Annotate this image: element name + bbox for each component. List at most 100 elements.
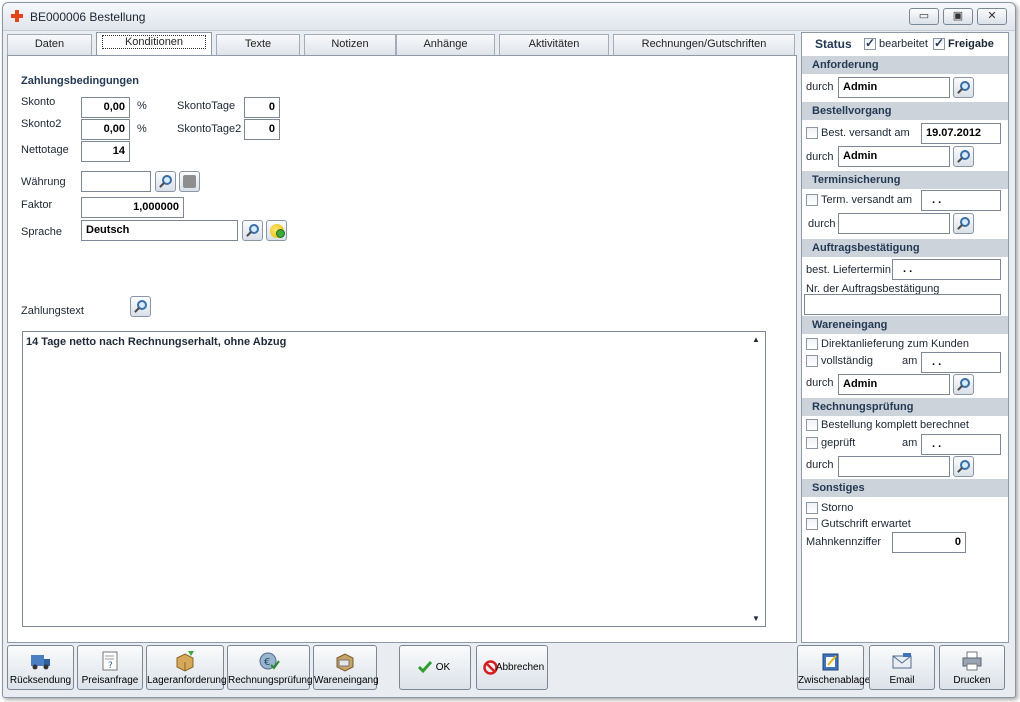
anforderung-header: Anforderung [802, 56, 1008, 74]
wareneingang-button[interactable]: Wareneingang [313, 645, 379, 690]
wareneingang-durch-label: durch [806, 377, 834, 389]
best-versandt-label: Best. versandt am [821, 127, 910, 139]
box-icon [176, 651, 194, 672]
skonto2-field[interactable]: 0,00 [81, 119, 130, 140]
magnifier-handle-icon [957, 157, 963, 163]
terminsicherung-lookup-button[interactable] [953, 213, 974, 234]
zahlungstext-memo[interactable]: 14 Tage netto nach Rechnungserhalt, ohne… [22, 331, 766, 627]
wareneingang-lookup-button[interactable] [953, 374, 974, 395]
direktanlieferung-label: Direktanlieferung zum Kunden [821, 338, 969, 350]
lageranforderung-button[interactable]: Lageranforderung [146, 645, 227, 690]
bestellvorgang-durch-field[interactable]: Admin [838, 146, 950, 167]
storno-checkbox[interactable] [806, 502, 818, 514]
term-versandt-date[interactable]: . . [921, 190, 1001, 211]
bestellvorgang-lookup-button[interactable] [953, 146, 974, 167]
rechnungspruefung-durch-label: durch [806, 459, 834, 471]
best-versandt-date[interactable]: 19.07.2012 [921, 123, 1001, 144]
maximize-button[interactable]: ▣ [943, 8, 973, 25]
sprache-field[interactable]: Deutsch [81, 220, 238, 241]
skontotage2-field[interactable]: 0 [244, 119, 280, 140]
wareneingang-am-date[interactable]: . . [921, 352, 1001, 373]
tab-konditionen-label: Konditionen [101, 35, 207, 49]
title-bar: BE000006 Bestellung ▭ ▣ ✕ [3, 3, 1015, 31]
abbrechen-button[interactable]: Abbrechen [476, 645, 548, 690]
close-button[interactable]: ✕ [977, 8, 1007, 25]
vollstaendig-checkbox[interactable] [806, 355, 818, 367]
wareneingang-am-label: am [902, 355, 918, 367]
ab-nummer-field[interactable] [804, 294, 1001, 315]
order-window: BE000006 Bestellung ▭ ▣ ✕ Daten Konditio… [2, 2, 1016, 698]
term-versandt-checkbox[interactable] [806, 194, 818, 206]
faktor-field[interactable]: 1,000000 [81, 197, 184, 218]
zwischenablage-label: Zwischenablage [798, 675, 871, 686]
terminsicherung-header: Terminsicherung [802, 171, 1008, 189]
waehrung-clear-button[interactable] [179, 171, 200, 192]
preisanfrage-label: Preisanfrage [81, 675, 139, 686]
ok-button[interactable]: OK [399, 645, 471, 690]
mahnkennziffer-field[interactable]: 0 [892, 532, 966, 553]
freigabe-checkbox[interactable] [933, 36, 945, 50]
tab-anhaenge[interactable]: Anhänge [396, 34, 495, 55]
add-badge-icon [276, 229, 285, 238]
bearbeitet-checkbox[interactable] [864, 36, 876, 50]
anforderung-durch-field[interactable]: Admin [838, 77, 950, 98]
skontotage-field[interactable]: 0 [244, 97, 280, 118]
waehrung-lookup-button[interactable] [155, 171, 176, 192]
bearbeitet-label: bearbeitet [879, 38, 928, 50]
skonto-field[interactable]: 0,00 [81, 97, 130, 118]
anforderung-lookup-button[interactable] [953, 77, 974, 98]
faktor-label: Faktor [21, 199, 53, 211]
svg-text:?: ? [108, 661, 113, 671]
bestellvorgang-header: Bestellvorgang [802, 102, 1008, 120]
tab-daten[interactable]: Daten [7, 34, 92, 55]
nettotage-field[interactable]: 14 [81, 141, 130, 162]
gutschrift-checkbox[interactable] [806, 518, 818, 530]
rechnungspruefung-btn-label: Rechnungsprüfung [228, 675, 313, 686]
auftragsbestaetigung-header: Auftragsbestätigung [802, 239, 1008, 257]
tab-rechnungen[interactable]: Rechnungen/Gutschriften [613, 34, 795, 55]
magnifier-handle-icon [134, 307, 140, 313]
geprueft-checkbox[interactable] [806, 437, 818, 449]
liefertermin-field[interactable]: . . [892, 259, 1001, 280]
waehrung-field[interactable] [81, 171, 151, 192]
email-button[interactable]: Email [869, 645, 935, 690]
sprache-lookup-button[interactable] [242, 220, 263, 241]
komplett-berechnet-checkbox[interactable] [806, 419, 818, 431]
magnifier-handle-icon [957, 88, 963, 94]
terminsicherung-durch-label: durch [808, 218, 836, 230]
email-icon [892, 653, 912, 669]
zwischenablage-button[interactable]: Zwischenablage [797, 645, 871, 690]
scroll-up-icon[interactable]: ▲ [752, 335, 760, 344]
minimize-button[interactable]: ▭ [909, 8, 939, 25]
zahlungstext-label: Zahlungstext [21, 305, 84, 317]
ruecksendung-button[interactable]: Rücksendung [7, 645, 74, 690]
terminsicherung-durch-field[interactable] [838, 213, 950, 234]
goods-receipt-icon [336, 653, 354, 672]
tab-konditionen[interactable]: Konditionen [96, 32, 212, 56]
tab-texte[interactable]: Texte [216, 34, 300, 55]
status-sidebar: Status bearbeitet Freigabe Anforderung d… [801, 32, 1009, 643]
zahlungstext-value: 14 Tage netto nach Rechnungserhalt, ohne… [26, 336, 287, 348]
direktanlieferung-checkbox[interactable] [806, 338, 818, 350]
drucken-button[interactable]: Drucken [939, 645, 1005, 690]
zahlungstext-lookup-button[interactable] [130, 296, 151, 317]
best-versandt-checkbox[interactable] [806, 127, 818, 139]
sprache-add-button[interactable] [266, 220, 287, 241]
skonto2-label: Skonto2 [21, 118, 62, 130]
rechnungspruefung-durch-field[interactable] [838, 456, 950, 477]
abbrechen-label: Abbrechen [495, 662, 545, 673]
sonstiges-header: Sonstiges [802, 479, 1008, 497]
rechnungspruefung-lookup-button[interactable] [953, 456, 974, 477]
rechnungspruefung-am-date[interactable]: . . [921, 434, 1001, 455]
memo-scrollbar[interactable]: ▲ ▼ [748, 332, 765, 626]
tab-aktivitaeten[interactable]: Aktivitäten [499, 34, 609, 55]
tab-bar: Daten Konditionen Texte Notizen Anhänge … [7, 32, 797, 56]
magnifier-handle-icon [159, 182, 165, 188]
rechnungspruefung-button[interactable]: € Rechnungsprüfung [227, 645, 313, 690]
rechnungspruefung-header: Rechnungsprüfung [802, 398, 1008, 416]
scroll-down-icon[interactable]: ▼ [752, 614, 760, 623]
tab-notizen[interactable]: Notizen [304, 34, 396, 55]
preisanfrage-button[interactable]: ? Preisanfrage [77, 645, 143, 690]
wareneingang-durch-field[interactable]: Admin [838, 374, 950, 395]
bestellvorgang-durch-label: durch [806, 151, 834, 163]
